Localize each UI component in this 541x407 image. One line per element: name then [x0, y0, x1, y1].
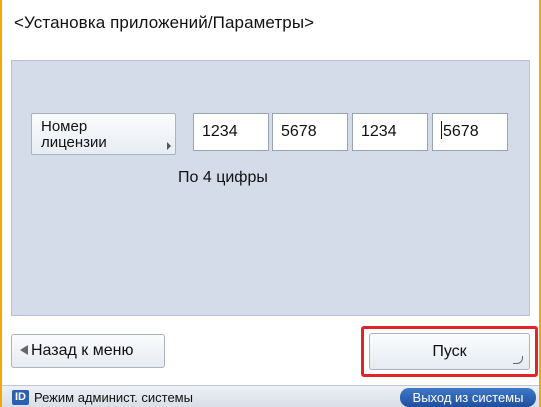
start-button-label: Пуск [432, 343, 467, 360]
back-to-menu-label: Назад к меню [31, 342, 134, 359]
back-to-menu-button[interactable]: Назад к меню [11, 334, 165, 368]
logout-button[interactable]: Выход из системы [400, 388, 536, 407]
settings-panel [11, 60, 530, 316]
digits-hint: По 4 цифры [178, 169, 268, 186]
license-field-4[interactable]: 5678 [432, 113, 508, 151]
id-badge-icon: ID [12, 390, 29, 405]
text-cursor [441, 121, 442, 139]
license-field-3[interactable]: 1234 [352, 113, 428, 151]
status-bar: ID Режим админист. системы Выход из сист… [2, 385, 539, 407]
page-title: <Установка приложений/Параметры> [14, 13, 315, 32]
license-field-1[interactable]: 1234 [193, 113, 269, 151]
start-button[interactable]: Пуск [369, 333, 530, 370]
admin-mode-text: Режим админист. системы [34, 390, 193, 405]
license-field-4-value: 5678 [443, 123, 479, 140]
license-number-button[interactable]: Номер лицензии [31, 113, 176, 155]
back-arrow-icon [20, 345, 28, 355]
license-field-2[interactable]: 5678 [272, 113, 348, 151]
expand-triangle-icon [167, 142, 171, 150]
license-label-line2: лицензии [41, 134, 107, 151]
enter-corner-icon [513, 356, 523, 364]
license-label-line1: Номер [41, 118, 88, 135]
